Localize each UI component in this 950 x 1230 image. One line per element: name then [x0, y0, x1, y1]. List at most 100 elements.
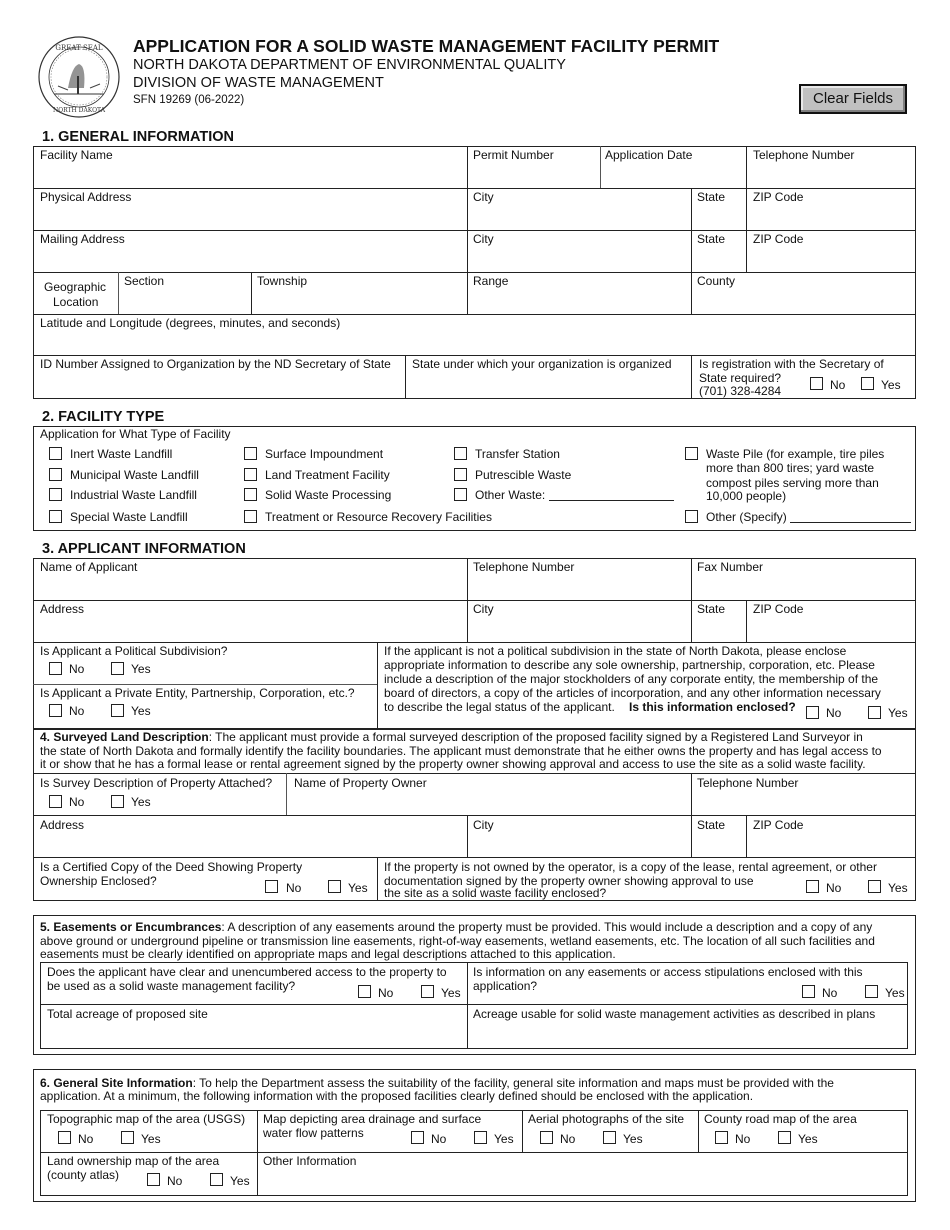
registration-no-checkbox[interactable]	[810, 377, 823, 390]
township-input[interactable]	[254, 288, 465, 312]
access-no-label: No	[378, 986, 394, 1000]
other-waste-checkbox[interactable]	[454, 488, 467, 501]
drainage-no-label: No	[431, 1132, 447, 1146]
land-treatment-facility-label: Land Treatment Facility	[265, 468, 390, 482]
mailing-city-input[interactable]	[470, 246, 689, 270]
applicant-name-input[interactable]	[36, 574, 464, 598]
physical-state-input[interactable]	[694, 204, 744, 228]
info-enclosed-yes-checkbox[interactable]	[868, 706, 881, 719]
owner-address-input[interactable]	[36, 832, 464, 855]
industrial-waste-landfill-label: Industrial Waste Landfill	[70, 488, 197, 502]
deed-yes-checkbox[interactable]	[328, 880, 341, 893]
other-waste-label: Other Waste:	[475, 488, 546, 502]
land-ownership-no-checkbox[interactable]	[147, 1173, 160, 1186]
municipal-waste-landfill-checkbox[interactable]	[49, 468, 62, 481]
county-road-yes-checkbox[interactable]	[778, 1131, 791, 1144]
mailing-state-label: State	[697, 232, 726, 246]
special-waste-landfill-checkbox[interactable]	[49, 510, 62, 523]
owner-city-input[interactable]	[470, 832, 689, 855]
section-input[interactable]	[121, 288, 249, 312]
owner-telephone-input[interactable]	[694, 790, 913, 813]
mailing-address-input[interactable]	[36, 246, 464, 270]
property-owner-input[interactable]	[289, 790, 689, 813]
physical-address-input[interactable]	[36, 204, 464, 228]
owner-state-input[interactable]	[694, 832, 744, 855]
info-enclosed-no-checkbox[interactable]	[806, 706, 819, 719]
applicant-address-input[interactable]	[36, 616, 464, 640]
private-no-label: No	[69, 704, 85, 718]
private-no-checkbox[interactable]	[49, 704, 62, 717]
range-input[interactable]	[470, 288, 689, 312]
solid-waste-processing-checkbox[interactable]	[244, 488, 257, 501]
id-number-input[interactable]	[36, 371, 402, 397]
county-input[interactable]	[694, 288, 913, 312]
physical-zip-input[interactable]	[749, 204, 913, 228]
applicant-city-input[interactable]	[470, 616, 689, 640]
transfer-station-checkbox[interactable]	[454, 447, 467, 460]
applicant-state-input[interactable]	[694, 616, 744, 640]
applicant-zip-input[interactable]	[749, 616, 913, 640]
usable-acreage-input[interactable]	[470, 1021, 905, 1046]
lease-yes-checkbox[interactable]	[868, 880, 881, 893]
owner-zip-input[interactable]	[749, 832, 913, 855]
waste-pile-label: Waste Pile (for example, tire piles	[706, 447, 885, 461]
facility-name-input[interactable]	[36, 162, 464, 186]
range-label: Range	[473, 274, 509, 288]
permit-number-input[interactable]	[470, 162, 598, 186]
putrescible-waste-checkbox[interactable]	[454, 468, 467, 481]
applicant-telephone-input[interactable]	[470, 574, 689, 598]
survey-no-checkbox[interactable]	[49, 795, 62, 808]
total-acreage-input[interactable]	[43, 1021, 464, 1046]
land-treatment-facility-checkbox[interactable]	[244, 468, 257, 481]
survey-yes-checkbox[interactable]	[111, 795, 124, 808]
drainage-map-label: Map depicting area drainage and surface	[263, 1112, 482, 1126]
other-specify-input[interactable]	[790, 522, 911, 523]
physical-city-input[interactable]	[470, 204, 689, 228]
surface-impoundment-label: Surface Impoundment	[265, 447, 384, 461]
county-road-yes-label: Yes	[798, 1132, 818, 1146]
other-specify-checkbox[interactable]	[685, 510, 698, 523]
surface-impoundment-checkbox[interactable]	[244, 447, 257, 460]
application-date-input[interactable]	[603, 162, 744, 186]
mailing-zip-input[interactable]	[749, 246, 913, 270]
inert-waste-landfill-checkbox[interactable]	[49, 447, 62, 460]
division-name: DIVISION OF WASTE MANAGEMENT	[133, 75, 384, 91]
site-information-text-1: : To help the Department assess the suit…	[192, 1076, 834, 1090]
department-name: NORTH DAKOTA DEPARTMENT OF ENVIRONMENTAL…	[133, 57, 566, 73]
waste-pile-label-2: more than 800 tires; yard waste	[706, 461, 875, 475]
lat-long-input[interactable]	[36, 330, 913, 353]
treatment-resource-recovery-checkbox[interactable]	[244, 510, 257, 523]
easement-info-yes-checkbox[interactable]	[865, 985, 878, 998]
clear-fields-button[interactable]: Clear Fields	[799, 84, 907, 114]
drainage-no-checkbox[interactable]	[411, 1131, 424, 1144]
waste-pile-checkbox[interactable]	[685, 447, 698, 460]
political-yes-checkbox[interactable]	[111, 662, 124, 675]
private-yes-checkbox[interactable]	[111, 704, 124, 717]
political-no-checkbox[interactable]	[49, 662, 62, 675]
state-organized-input[interactable]	[408, 371, 689, 397]
industrial-waste-landfill-checkbox[interactable]	[49, 488, 62, 501]
access-no-checkbox[interactable]	[358, 985, 371, 998]
easement-info-question-2: application?	[473, 979, 538, 993]
other-information-input[interactable]	[260, 1168, 905, 1194]
aerial-no-checkbox[interactable]	[540, 1131, 553, 1144]
land-ownership-yes-checkbox[interactable]	[210, 1173, 223, 1186]
registration-yes-checkbox[interactable]	[861, 377, 874, 390]
mailing-state-input[interactable]	[694, 246, 744, 270]
telephone-input[interactable]	[749, 162, 913, 186]
topo-no-checkbox[interactable]	[58, 1131, 71, 1144]
lease-no-checkbox[interactable]	[806, 880, 819, 893]
deed-no-checkbox[interactable]	[265, 880, 278, 893]
land-ownership-no-label: No	[167, 1174, 183, 1188]
info-enclosed-no-label: No	[826, 706, 842, 720]
easement-info-no-checkbox[interactable]	[802, 985, 815, 998]
applicant-fax-input[interactable]	[694, 574, 913, 598]
other-waste-input[interactable]	[549, 500, 674, 501]
topo-yes-checkbox[interactable]	[121, 1131, 134, 1144]
aerial-yes-checkbox[interactable]	[603, 1131, 616, 1144]
access-yes-checkbox[interactable]	[421, 985, 434, 998]
surveyed-land-text-1: : The applicant must provide a formal su…	[208, 730, 863, 744]
drainage-yes-checkbox[interactable]	[474, 1131, 487, 1144]
physical-city-label: City	[473, 190, 494, 204]
county-road-no-checkbox[interactable]	[715, 1131, 728, 1144]
